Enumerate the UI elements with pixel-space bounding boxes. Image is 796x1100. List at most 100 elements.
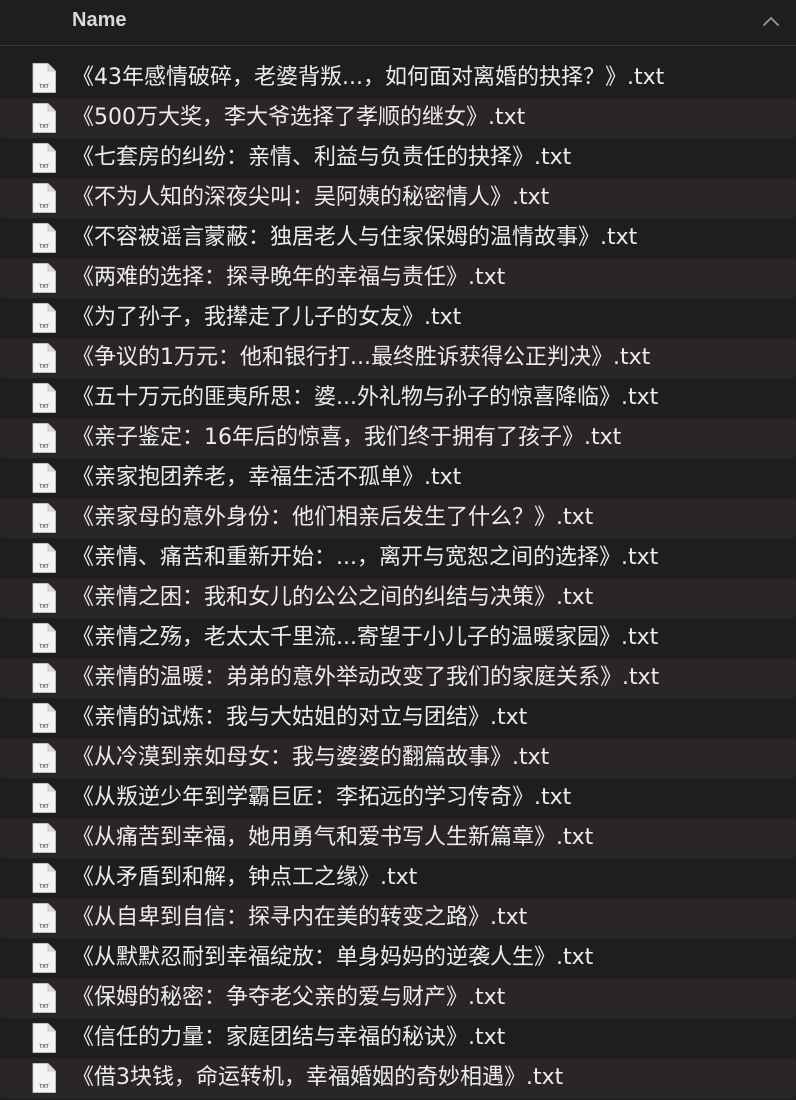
txt-document-icon: TXT [32,143,56,173]
txt-document-icon: TXT [32,223,56,253]
txt-document-icon: TXT [32,663,56,693]
txt-document-icon: TXT [32,943,56,973]
chevron-up-icon[interactable] [762,14,780,28]
file-row[interactable]: TXT 《从冷漠到亲如母女：我与婆婆的翻篇故事》.txt [0,738,796,778]
txt-document-icon: TXT [32,583,56,613]
txt-document-icon: TXT [32,623,56,653]
txt-badge: TXT [39,284,48,290]
file-row[interactable]: TXT 《争议的1万元：他和银行打...最终胜诉获得公正判决》.txt [0,338,796,378]
file-name: 《43年感情破碎，老婆背叛...，如何面对离婚的抉择？》.txt [72,65,665,90]
txt-badge: TXT [39,804,48,810]
file-row[interactable]: TXT 《43年感情破碎，老婆背叛...，如何面对离婚的抉择？》.txt [0,58,796,98]
list-header: Name [0,0,796,46]
txt-document-icon: TXT [32,63,56,93]
txt-document-icon: TXT [32,343,56,373]
txt-document-icon: TXT [32,463,56,493]
file-row[interactable]: TXT 《亲情、痛苦和重新开始：...，离开与宽恕之间的选择》.txt [0,538,796,578]
column-header-name[interactable]: Name [72,9,126,32]
file-list: TXT 《43年感情破碎，老婆背叛...，如何面对离婚的抉择？》.txt TXT 《5… [0,58,796,1098]
file-row[interactable]: TXT 《五十万元的匪夷所思：婆...外礼物与孙子的惊喜降临》.txt [0,378,796,418]
txt-badge: TXT [39,324,48,330]
txt-badge: TXT [39,404,48,410]
file-name: 《两难的选择：探寻晚年的幸福与责任》.txt [72,265,506,290]
txt-document-icon: TXT [32,543,56,573]
file-name: 《不为人知的深夜尖叫：吴阿姨的秘密情人》.txt [72,185,550,210]
txt-badge: TXT [39,364,48,370]
file-name: 《500万大奖，李大爷选择了孝顺的继女》.txt [72,105,526,130]
file-row[interactable]: TXT 《亲子鉴定：16年后的惊喜，我们终于拥有了孩子》.txt [0,418,796,458]
file-name: 《从痛苦到幸福，她用勇气和爱书写人生新篇章》.txt [72,825,594,850]
file-name: 《借3块钱，命运转机，幸福婚姻的奇妙相遇》.txt [72,1065,564,1090]
file-name: 《七套房的纠纷：亲情、利益与负责任的抉择》.txt [72,145,572,170]
txt-badge: TXT [39,124,48,130]
txt-badge: TXT [39,1084,48,1090]
file-row[interactable]: TXT 《保姆的秘密：争夺老父亲的爱与财产》.txt [0,978,796,1018]
file-row[interactable]: TXT 《从矛盾到和解，钟点工之缘》.txt [0,858,796,898]
txt-badge: TXT [39,1044,48,1050]
file-name: 《亲情、痛苦和重新开始：...，离开与宽恕之间的选择》.txt [72,545,659,570]
txt-document-icon: TXT [32,1023,56,1053]
txt-document-icon: TXT [32,783,56,813]
txt-badge: TXT [39,444,48,450]
file-name: 《亲情的温暖：弟弟的意外举动改变了我们的家庭关系》.txt [72,665,660,690]
txt-document-icon: TXT [32,903,56,933]
file-row[interactable]: TXT 《两难的选择：探寻晚年的幸福与责任》.txt [0,258,796,298]
txt-document-icon: TXT [32,383,56,413]
txt-badge: TXT [39,964,48,970]
file-name: 《从自卑到自信：探寻内在美的转变之路》.txt [72,905,528,930]
file-row[interactable]: TXT 《从痛苦到幸福，她用勇气和爱书写人生新篇章》.txt [0,818,796,858]
txt-badge: TXT [39,764,48,770]
file-row[interactable]: TXT 《借3块钱，命运转机，幸福婚姻的奇妙相遇》.txt [0,1058,796,1098]
txt-document-icon: TXT [32,423,56,453]
file-row[interactable]: TXT 《亲家母的意外身份：他们相亲后发生了什么？》.txt [0,498,796,538]
txt-badge: TXT [39,924,48,930]
file-row[interactable]: TXT 《亲情之殇，老太太千里流...寄望于小儿子的温暖家园》.txt [0,618,796,658]
file-row[interactable]: TXT 《不容被谣言蒙蔽：独居老人与住家保姆的温情故事》.txt [0,218,796,258]
txt-badge: TXT [39,1004,48,1010]
txt-document-icon: TXT [32,703,56,733]
file-row[interactable]: TXT 《从叛逆少年到学霸巨匠：李拓远的学习传奇》.txt [0,778,796,818]
txt-badge: TXT [39,564,48,570]
file-name: 《亲情之困：我和女儿的公公之间的纠结与决策》.txt [72,585,594,610]
txt-badge: TXT [39,164,48,170]
file-row[interactable]: TXT 《从自卑到自信：探寻内在美的转变之路》.txt [0,898,796,938]
txt-document-icon: TXT [32,263,56,293]
file-row[interactable]: TXT 《从默默忍耐到幸福绽放：单身妈妈的逆袭人生》.txt [0,938,796,978]
txt-badge: TXT [39,644,48,650]
file-row[interactable]: TXT 《亲情的温暖：弟弟的意外举动改变了我们的家庭关系》.txt [0,658,796,698]
file-name: 《为了孙子，我撵走了儿子的女友》.txt [72,305,462,330]
file-name: 《亲子鉴定：16年后的惊喜，我们终于拥有了孩子》.txt [72,425,622,450]
file-row[interactable]: TXT 《为了孙子，我撵走了儿子的女友》.txt [0,298,796,338]
txt-document-icon: TXT [32,183,56,213]
file-name: 《亲家母的意外身份：他们相亲后发生了什么？》.txt [72,505,594,530]
file-name: 《亲情的试炼：我与大姑姐的对立与团结》.txt [72,705,528,730]
file-name: 《不容被谣言蒙蔽：独居老人与住家保姆的温情故事》.txt [72,225,638,250]
txt-badge: TXT [39,84,48,90]
file-row[interactable]: TXT 《500万大奖，李大爷选择了孝顺的继女》.txt [0,98,796,138]
file-name: 《从默默忍耐到幸福绽放：单身妈妈的逆袭人生》.txt [72,945,594,970]
txt-document-icon: TXT [32,863,56,893]
txt-document-icon: TXT [32,503,56,533]
file-name: 《保姆的秘密：争夺老父亲的爱与财产》.txt [72,985,506,1010]
txt-badge: TXT [39,844,48,850]
txt-badge: TXT [39,484,48,490]
txt-badge: TXT [39,604,48,610]
file-name: 《争议的1万元：他和银行打...最终胜诉获得公正判决》.txt [72,345,651,370]
txt-badge: TXT [39,724,48,730]
file-name: 《亲家抱团养老，幸福生活不孤单》.txt [72,465,462,490]
file-name: 《从冷漠到亲如母女：我与婆婆的翻篇故事》.txt [72,745,550,770]
txt-badge: TXT [39,524,48,530]
file-row[interactable]: TXT 《不为人知的深夜尖叫：吴阿姨的秘密情人》.txt [0,178,796,218]
txt-document-icon: TXT [32,103,56,133]
file-row[interactable]: TXT 《亲情的试炼：我与大姑姐的对立与团结》.txt [0,698,796,738]
file-name: 《亲情之殇，老太太千里流...寄望于小儿子的温暖家园》.txt [72,625,659,650]
file-row[interactable]: TXT 《亲家抱团养老，幸福生活不孤单》.txt [0,458,796,498]
txt-badge: TXT [39,204,48,210]
file-name: 《从叛逆少年到学霸巨匠：李拓远的学习传奇》.txt [72,785,572,810]
txt-document-icon: TXT [32,303,56,333]
txt-badge: TXT [39,884,48,890]
txt-badge: TXT [39,684,48,690]
file-row[interactable]: TXT 《亲情之困：我和女儿的公公之间的纠结与决策》.txt [0,578,796,618]
file-row[interactable]: TXT 《信任的力量：家庭团结与幸福的秘诀》.txt [0,1018,796,1058]
file-row[interactable]: TXT 《七套房的纠纷：亲情、利益与负责任的抉择》.txt [0,138,796,178]
